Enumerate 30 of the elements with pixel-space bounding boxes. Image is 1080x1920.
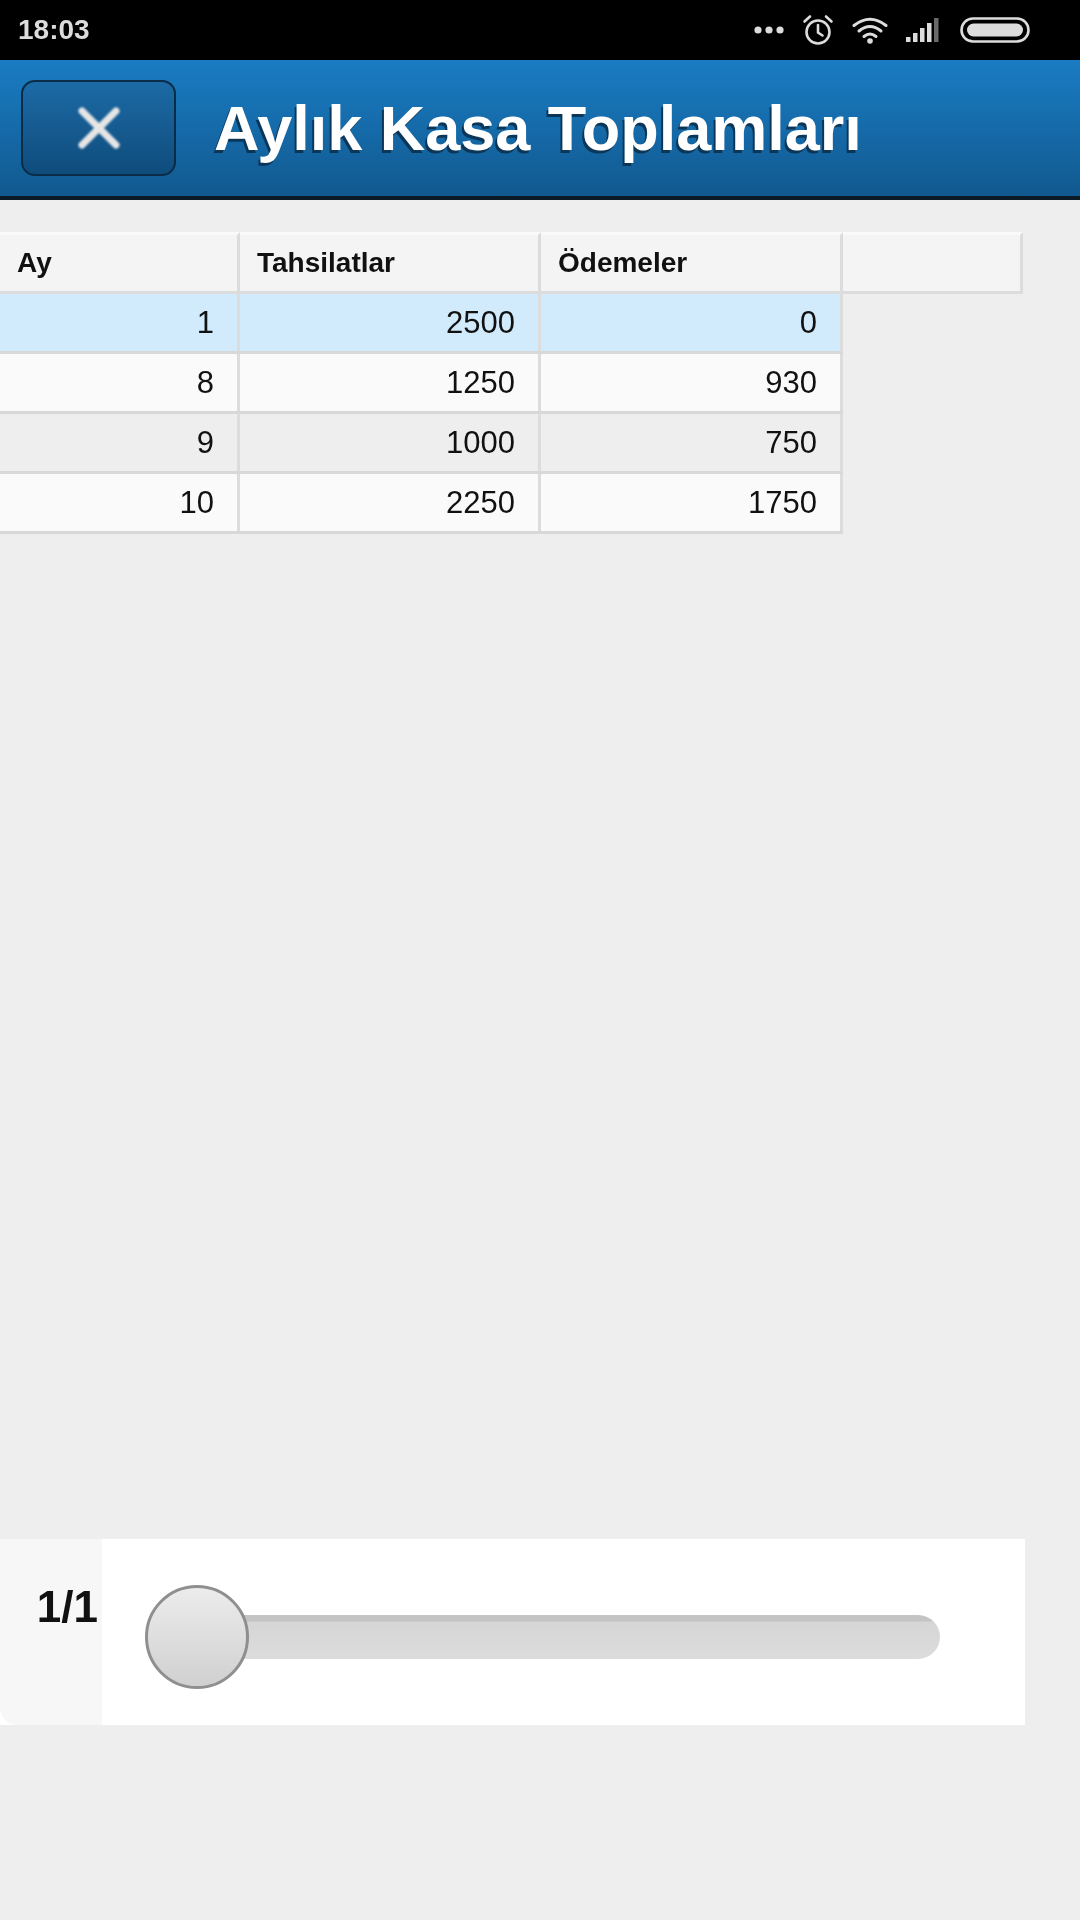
table-cell: 1000 bbox=[240, 414, 541, 471]
column-header: Tahsilatlar bbox=[240, 232, 541, 294]
battery-icon bbox=[960, 17, 1030, 43]
table-cell: 1 bbox=[0, 294, 240, 351]
table-row[interactable]: 9 1000 750 bbox=[0, 414, 843, 474]
table-cell: 9 bbox=[0, 414, 240, 471]
table-cell: 2250 bbox=[240, 474, 541, 531]
window-title: Aylık Kasa Toplamları bbox=[214, 92, 862, 164]
alarm-clock-icon bbox=[802, 14, 834, 46]
table-cell: 8 bbox=[0, 354, 240, 411]
page-counter: 1/1 bbox=[36, 1585, 98, 1629]
table-row[interactable]: 1 2500 0 bbox=[0, 294, 843, 354]
table-cell: 2500 bbox=[240, 294, 541, 351]
table-cell: 1750 bbox=[541, 474, 843, 531]
slider-track[interactable] bbox=[145, 1585, 940, 1689]
wifi-icon bbox=[852, 16, 888, 44]
more-icon bbox=[754, 26, 784, 34]
column-header: Ay bbox=[0, 232, 240, 294]
status-time: 18:03 bbox=[18, 14, 90, 46]
close-icon bbox=[76, 106, 121, 150]
table-cell: 1250 bbox=[240, 354, 541, 411]
table-cell: 0 bbox=[541, 294, 843, 351]
table-cell: 10 bbox=[0, 474, 240, 531]
table-cell: 750 bbox=[541, 414, 843, 471]
column-header: Ödemeler bbox=[541, 232, 843, 294]
table-row[interactable]: 8 1250 930 bbox=[0, 354, 843, 414]
signal-icon bbox=[906, 18, 942, 42]
table-cell: 930 bbox=[541, 354, 843, 411]
close-button[interactable] bbox=[21, 80, 176, 176]
table-row[interactable]: 10 2250 1750 bbox=[0, 474, 843, 534]
